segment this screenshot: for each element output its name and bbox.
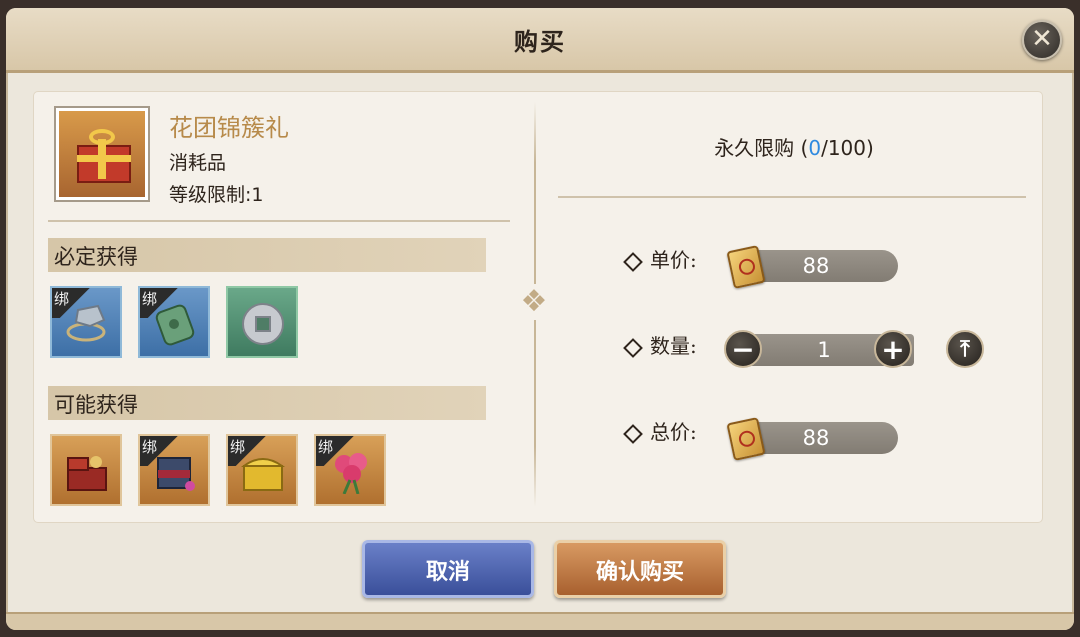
quantity-label: 数量:: [623, 330, 697, 359]
bind-tag: 绑: [140, 436, 178, 466]
limit-bought-count: 0: [808, 136, 822, 160]
reward-slot-ore-rope[interactable]: 绑: [50, 286, 122, 358]
item-type: 消耗品: [169, 152, 227, 174]
item-name: 花团锦簇礼: [169, 114, 289, 142]
guaranteed-section-header: 必定获得: [48, 238, 486, 272]
possible-section-header: 可能获得: [48, 386, 486, 420]
reward-slot-jade-pendant[interactable]: 绑: [138, 286, 210, 358]
bind-tag: 绑: [140, 288, 178, 318]
guaranteed-section-label: 必定获得: [54, 245, 138, 269]
reward-slot-rose-bouquet[interactable]: 绑: [314, 434, 386, 506]
confirm-purchase-button[interactable]: 确认购买: [554, 540, 726, 598]
close-icon[interactable]: ✕: [1022, 20, 1062, 60]
purchase-limit: 永久限购 (0/100): [714, 136, 874, 160]
silver-coin-icon: [240, 302, 286, 346]
dialog-footer: [6, 612, 1074, 630]
bind-tag: 绑: [52, 288, 90, 318]
decrease-button[interactable]: −: [724, 330, 762, 368]
bullet-icon: [623, 337, 643, 358]
reward-slot-silver-coin[interactable]: [226, 286, 298, 358]
divider: [558, 196, 1026, 198]
purchase-column: 永久限购 (0/100) 单价: 88 数量: 1 − + ⤒ 总价: 88: [534, 92, 1042, 522]
bind-tag: 绑: [316, 436, 354, 466]
possible-section-label: 可能获得: [54, 393, 138, 417]
increase-button[interactable]: +: [874, 330, 912, 368]
total-price-label: 总价:: [623, 416, 697, 445]
item-level-limit: 等级限制:1: [169, 184, 264, 206]
item-icon-frame: [54, 106, 150, 202]
unit-price-label: 单价:: [623, 244, 697, 273]
dialog-title: 购买: [514, 27, 566, 56]
content-panel: 花团锦簇礼 消耗品 等级限制:1 必定获得 绑 绑 可能获得 绑 绑 绑 ❖ 永…: [34, 92, 1042, 522]
dialog-header: 购买 ✕: [6, 8, 1074, 73]
bullet-icon: [623, 251, 643, 272]
reward-slot-treasure-box[interactable]: [50, 434, 122, 506]
cancel-button[interactable]: 取消: [362, 540, 534, 598]
treasure-box-icon: [64, 450, 110, 494]
bind-tag: 绑: [228, 436, 266, 466]
bullet-icon: [623, 423, 643, 444]
reward-slot-jewelry-chest[interactable]: 绑: [138, 434, 210, 506]
purchase-dialog: 购买 ✕ 花团锦簇礼 消耗品 等级限制:1 必定获得 绑 绑 可能获得 绑 绑 …: [6, 8, 1074, 630]
max-quantity-button[interactable]: ⤒: [946, 330, 984, 368]
gift-box-icon: [59, 111, 145, 197]
divider: [48, 220, 510, 222]
reward-slot-gold-chest[interactable]: 绑: [226, 434, 298, 506]
